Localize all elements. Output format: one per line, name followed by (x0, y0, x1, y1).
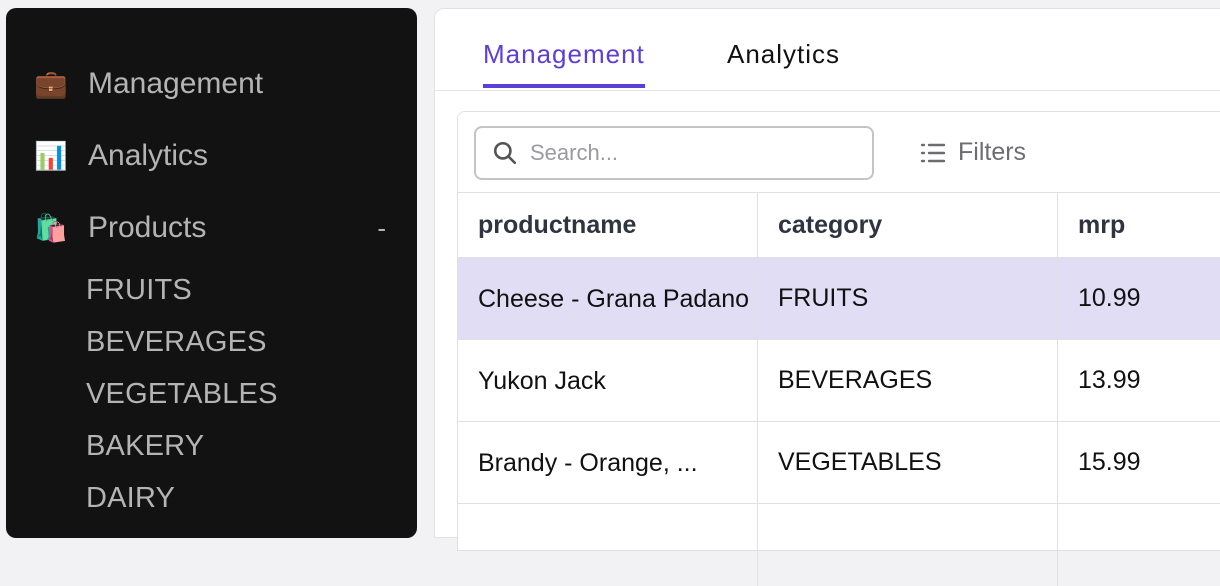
cell-mrp: 10.99 (1078, 284, 1141, 312)
sidebar-subitem-vegetables[interactable]: VEGETABLES (86, 376, 278, 412)
sidebar-subitem-dairy[interactable]: DAIRY (86, 480, 175, 516)
bar-chart-icon: 📊 (34, 140, 68, 171)
sidebar-subitem-fruits[interactable]: FRUITS (86, 272, 192, 308)
filter-icon (920, 143, 946, 162)
data-grid: Filters productname category mrp Cheese … (457, 111, 1220, 586)
search-box[interactable] (474, 126, 874, 180)
sidebar: 💼 Management 📊 Analytics 🛍️ Products - F… (6, 8, 417, 538)
cell-mrp: 15.99 (1078, 448, 1141, 476)
column-header-mrp[interactable]: mrp (1058, 193, 1220, 257)
collapse-toggle[interactable]: - (377, 213, 386, 244)
sidebar-subitem-bakery[interactable]: BAKERY (86, 428, 204, 464)
sidebar-item-label: Management (88, 67, 264, 100)
sidebar-item-analytics[interactable]: 📊 Analytics (34, 136, 394, 176)
sidebar-subitem-beverages[interactable]: BEVERAGES (86, 324, 267, 360)
tab-management[interactable]: Management (483, 39, 645, 88)
table-row[interactable] (458, 504, 1220, 586)
cell-category: VEGETABLES (758, 422, 1058, 503)
briefcase-icon: 💼 (34, 68, 68, 99)
tab-bar: Management Analytics (435, 9, 1220, 91)
search-icon (493, 141, 517, 165)
tab-analytics[interactable]: Analytics (727, 39, 840, 84)
column-header-category[interactable]: category (758, 193, 1058, 257)
cell-category: FRUITS (758, 258, 1058, 339)
search-input[interactable] (530, 140, 830, 166)
sidebar-item-products[interactable]: 🛍️ Products - (34, 208, 394, 248)
cell-category: BEVERAGES (758, 340, 1058, 421)
cell-category (758, 504, 1058, 586)
cell-productname: Cheese - Grana Padano (458, 258, 758, 339)
filters-label: Filters (958, 138, 1027, 166)
sidebar-item-management[interactable]: 💼 Management (34, 64, 394, 104)
cell-mrp: 13.99 (1078, 366, 1141, 394)
table-row[interactable]: Brandy - Orange, ... VEGETABLES 15.99 (458, 422, 1220, 504)
cell-productname: Yukon Jack (458, 340, 758, 421)
sidebar-item-label: Products (88, 211, 207, 244)
sidebar-item-label: Analytics (88, 139, 209, 172)
filters-button[interactable]: Filters (920, 138, 1026, 167)
column-header-productname[interactable]: productname (458, 193, 758, 257)
table-row[interactable]: Cheese - Grana Padano FRUITS 10.99 (458, 258, 1220, 340)
table-row[interactable]: Yukon Jack BEVERAGES 13.99 (458, 340, 1220, 422)
cell-productname (458, 504, 758, 586)
cell-productname: Brandy - Orange, ... (458, 422, 758, 503)
shopping-bags-icon: 🛍️ (34, 212, 68, 243)
cell-mrp (1058, 504, 1220, 586)
main-panel: Management Analytics Filters productname… (434, 8, 1220, 586)
table-header: productname category mrp (458, 192, 1220, 258)
